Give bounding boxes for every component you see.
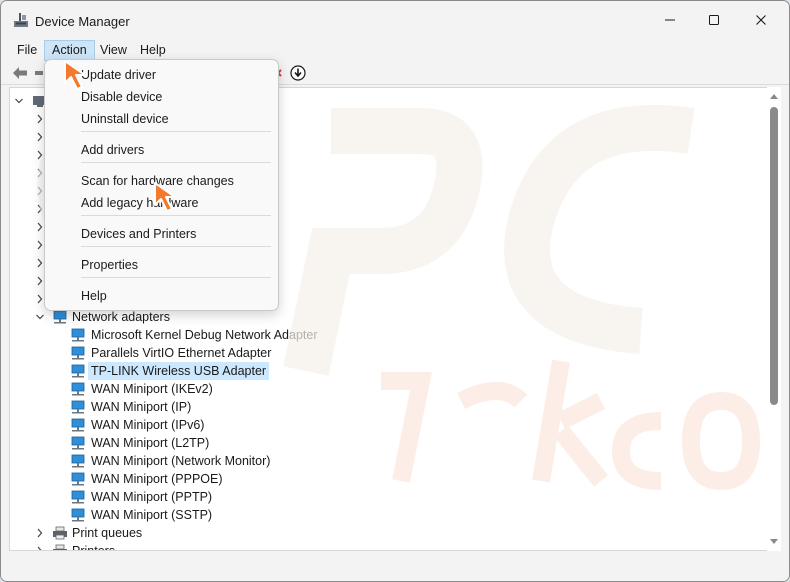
network-adapter-icon: [71, 364, 85, 378]
network-adapter-icon: [71, 400, 85, 414]
menu-separator: [81, 162, 271, 163]
printer-icon: [53, 526, 67, 540]
category-printers[interactable]: Printers: [34, 542, 194, 551]
network-adapter-item[interactable]: WAN Miniport (PPPOE): [68, 470, 328, 488]
scroll-up-button[interactable]: [769, 91, 779, 101]
menu-help[interactable]: Help: [132, 40, 174, 61]
network-adapter-item[interactable]: Parallels VirtIO Ethernet Adapter: [68, 344, 328, 362]
network-adapter-icon: [71, 490, 85, 504]
adapter-label: WAN Miniport (L2TP): [91, 436, 210, 450]
download-circle-icon: [290, 65, 306, 81]
printer-icon: [53, 544, 67, 550]
chevron-down-icon: [15, 98, 23, 104]
adapter-label: TP-LINK Wireless USB Adapter: [88, 362, 270, 380]
scroll-thumb[interactable]: [770, 107, 778, 405]
menu-file[interactable]: File: [9, 40, 45, 61]
network-adapter-item[interactable]: WAN Miniport (PPTP): [68, 488, 328, 506]
chevron-right-icon: [37, 528, 43, 538]
adapter-label: Microsoft Kernel Debug Network Adapter: [91, 328, 318, 342]
close-icon: [756, 15, 766, 25]
status-bar: [1, 553, 789, 581]
back-arrow-icon: [13, 67, 27, 79]
chevron-down-icon: [36, 314, 44, 320]
network-adapter-item[interactable]: WAN Miniport (L2TP): [68, 434, 328, 452]
category-label: Print queues: [72, 526, 143, 540]
update-driver-toolbar-button[interactable]: [289, 64, 307, 82]
device-manager-icon: [14, 13, 28, 27]
category-print-queues[interactable]: Print queues: [34, 524, 194, 542]
scroll-down-button[interactable]: [769, 537, 779, 547]
menu-separator: [81, 131, 271, 132]
adapter-label: WAN Miniport (Network Monitor): [91, 454, 271, 468]
network-adapter-icon: [71, 382, 85, 396]
close-button[interactable]: [738, 1, 784, 39]
adapter-label: WAN Miniport (PPPOE): [91, 472, 223, 486]
network-adapter-item[interactable]: WAN Miniport (IP): [68, 398, 328, 416]
maximize-button[interactable]: [691, 1, 737, 39]
menu-bar: File Action View Help: [1, 39, 789, 61]
category-label: Printers: [72, 544, 116, 551]
menu-item-uninstall-device[interactable]: Uninstall device: [81, 109, 169, 129]
network-adapter-icon: [71, 328, 85, 342]
network-adapter-item[interactable]: WAN Miniport (IKEv2): [68, 380, 328, 398]
window-title: Device Manager: [35, 14, 130, 29]
network-adapter-item[interactable]: WAN Miniport (Network Monitor): [68, 452, 328, 470]
network-adapter-icon: [71, 436, 85, 450]
minimize-button[interactable]: [647, 1, 693, 39]
menu-item-properties[interactable]: Properties: [81, 255, 138, 275]
menu-separator: [81, 246, 271, 247]
chevron-right-icon: [37, 546, 42, 550]
scroll-up-icon: [770, 94, 778, 99]
menu-item-add-drivers[interactable]: Add drivers: [81, 140, 144, 160]
menu-separator: [81, 215, 271, 216]
adapter-label: WAN Miniport (IKEv2): [91, 382, 213, 396]
menu-item-devices-and-printers[interactable]: Devices and Printers: [81, 224, 196, 244]
adapter-label: Parallels VirtIO Ethernet Adapter: [91, 346, 272, 360]
network-adapter-icon: [71, 454, 85, 468]
network-adapter-icon: [53, 310, 67, 324]
network-adapter-icon: [71, 508, 85, 522]
orange-pointer-arrow-icon: [154, 182, 176, 212]
network-adapter-icon: [71, 346, 85, 360]
network-adapter-item[interactable]: TP-LINK Wireless USB Adapter: [68, 362, 328, 380]
adapter-label: WAN Miniport (IP): [91, 400, 192, 414]
network-adapter-icon: [71, 472, 85, 486]
network-adapter-icon: [71, 418, 85, 432]
orange-pointer-arrow-icon: [64, 60, 86, 90]
maximize-icon: [709, 15, 719, 25]
back-button[interactable]: [11, 64, 29, 82]
minimize-icon: [665, 19, 675, 21]
adapter-label: WAN Miniport (IPv6): [91, 418, 205, 432]
adapter-label: WAN Miniport (PPTP): [91, 490, 213, 504]
network-adapter-item[interactable]: WAN Miniport (IPv6): [68, 416, 328, 434]
network-adapter-item[interactable]: Microsoft Kernel Debug Network Adapter: [68, 326, 328, 344]
vertical-scrollbar[interactable]: [767, 87, 781, 551]
menu-separator: [81, 277, 271, 278]
menu-item-help[interactable]: Help: [81, 286, 107, 306]
network-adapter-item[interactable]: WAN Miniport (SSTP): [68, 506, 328, 524]
title-bar[interactable]: Device Manager: [1, 1, 789, 39]
menu-view[interactable]: View: [92, 40, 135, 61]
device-manager-window: Device Manager File Action View Help Net…: [0, 0, 790, 582]
scroll-down-icon: [770, 539, 778, 544]
adapter-label: WAN Miniport (SSTP): [91, 508, 213, 522]
